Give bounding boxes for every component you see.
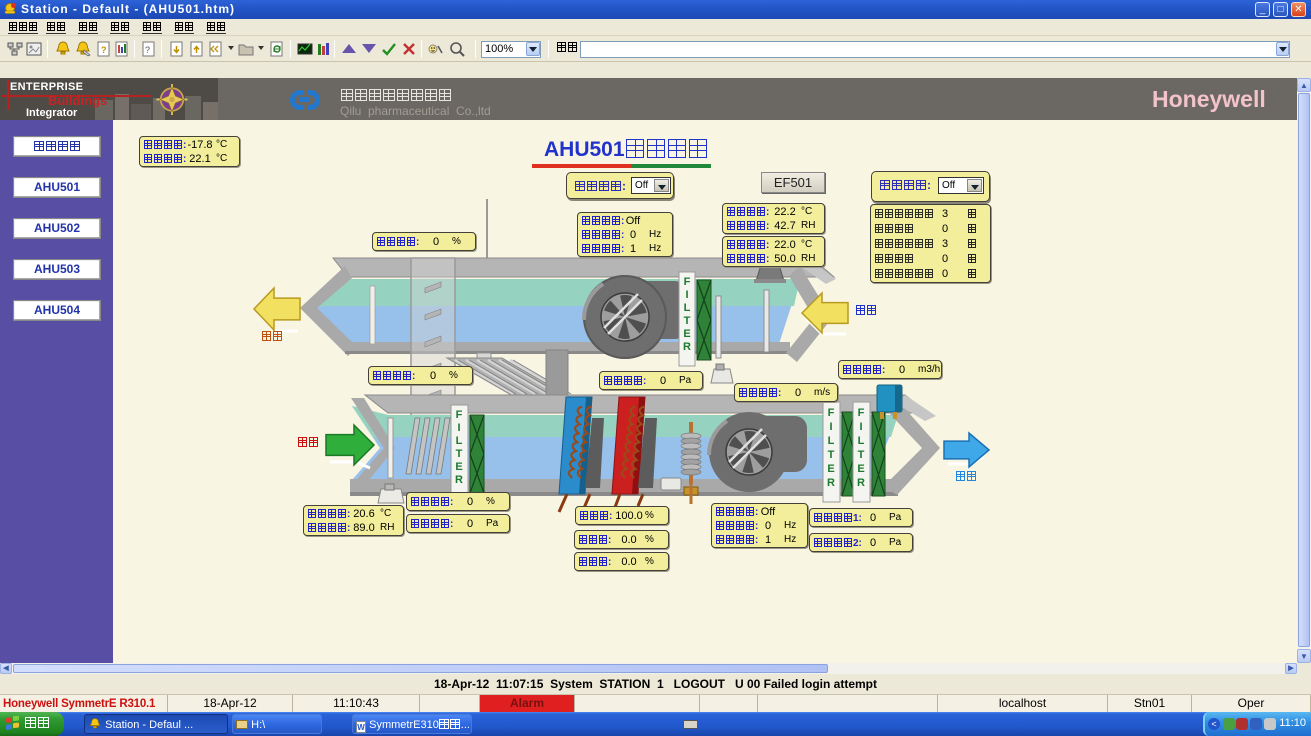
svg-text:?: ?	[145, 45, 150, 55]
svg-text:?: ?	[101, 45, 107, 55]
